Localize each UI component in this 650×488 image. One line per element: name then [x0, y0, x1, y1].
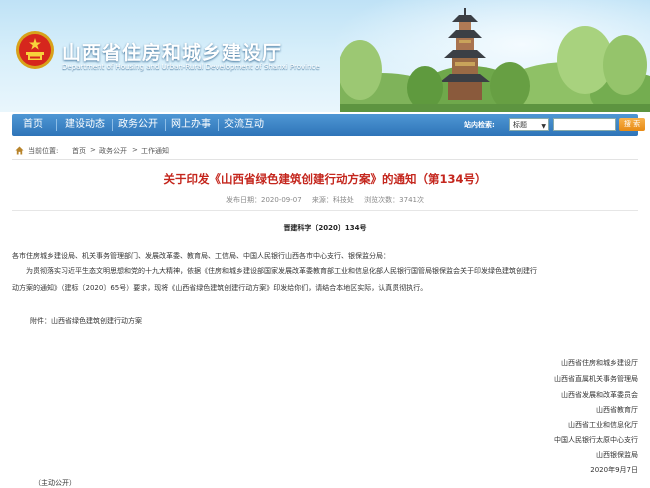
breadcrumb-separator: > — [90, 146, 96, 154]
body-paragraph-line: 为贯彻落实习近平生态文明思想和党的十九大精神，依据《住房和城乡建设部国家发展改革… — [26, 267, 537, 275]
nav-divider — [218, 119, 219, 131]
article-title: 关于印发《山西省绿色建筑创建行动方案》的通知（第134号） — [163, 172, 487, 186]
breadcrumb-work-notices[interactable]: 工作通知 — [141, 146, 169, 156]
search-input[interactable] — [553, 118, 616, 131]
site-title: 山西省住房和城乡建设厅 — [62, 42, 283, 64]
disclosure-note: （主动公开） — [34, 479, 76, 487]
search-scope-value: 标题 — [513, 121, 527, 129]
home-icon — [15, 146, 24, 155]
signatory: 中国人民银行太原中心支行 — [554, 436, 638, 444]
view-count: 浏览次数：3741次 — [364, 196, 424, 204]
nav-divider — [112, 119, 113, 131]
nav-divider — [56, 119, 57, 131]
body-paragraph-line: 动方案的通知》（建标〔2020〕65号）要求，现将《山西省绿色建筑创建行动方案》… — [12, 284, 428, 292]
chevron-down-icon: ▼ — [541, 123, 546, 130]
attachment-link[interactable]: 附件：山西省绿色建筑创建行动方案 — [30, 316, 142, 326]
nav-interaction[interactable]: 交流互动 — [224, 114, 264, 136]
publish-date: 发布日期：2020-09-07 — [226, 196, 302, 204]
article-meta: 发布日期：2020-09-07 来源：科技处 浏览次数：3741次 — [0, 195, 650, 205]
national-emblem-icon — [16, 31, 54, 69]
breadcrumb-separator: > — [132, 146, 138, 154]
search-scope-select[interactable]: 标题 ▼ — [509, 118, 549, 131]
article-source: 来源：科技处 — [311, 196, 354, 204]
nav-divider — [165, 119, 166, 131]
nav-construction-news[interactable]: 建设动态 — [65, 114, 105, 136]
breadcrumb-label: 当前位置: — [28, 147, 59, 155]
signatory: 山西省发展和改革委员会 — [561, 391, 638, 399]
breadcrumb-government-affairs[interactable]: 政务公开 — [99, 146, 127, 156]
site-subtitle: Department of Housing and Urban-Rural De… — [62, 63, 320, 71]
landscape-pagoda-image — [340, 8, 650, 112]
nav-government-affairs[interactable]: 政务公开 — [118, 114, 158, 136]
search-button[interactable]: 搜 索 — [619, 118, 645, 131]
breadcrumb-home[interactable]: 首页 — [72, 146, 86, 156]
nav-online-services[interactable]: 网上办事 — [171, 114, 211, 136]
search-label: 站内检索: — [464, 121, 495, 129]
signatory: 山西省住房和城乡建设厅 — [561, 359, 638, 367]
site-banner: 山西省住房和城乡建设厅 Department of Housing and Ur… — [0, 0, 650, 112]
breadcrumb: 当前位置: 首页 > 政务公开 > 工作通知 — [12, 143, 638, 160]
nav-home[interactable]: 首页 — [23, 114, 43, 136]
signatory: 山西省教育厅 — [596, 406, 638, 414]
signatory: 山西银保监局 — [596, 451, 638, 459]
title-divider — [12, 210, 638, 211]
recipients-line: 各市住房城乡建设局、机关事务管理部门、发展改革委、教育局、工信局、中国人民银行山… — [12, 252, 390, 260]
signatory: 山西省直属机关事务管理局 — [554, 375, 638, 383]
document-number: 晋建科字〔2020〕134号 — [283, 224, 367, 232]
signing-date: 2020年9月7日 — [590, 466, 638, 474]
main-navbar: 首页 建设动态 政务公开 网上办事 交流互动 站内检索: 标题 ▼ 搜 索 — [12, 114, 645, 136]
signatory: 山西省工业和信息化厅 — [568, 421, 638, 429]
